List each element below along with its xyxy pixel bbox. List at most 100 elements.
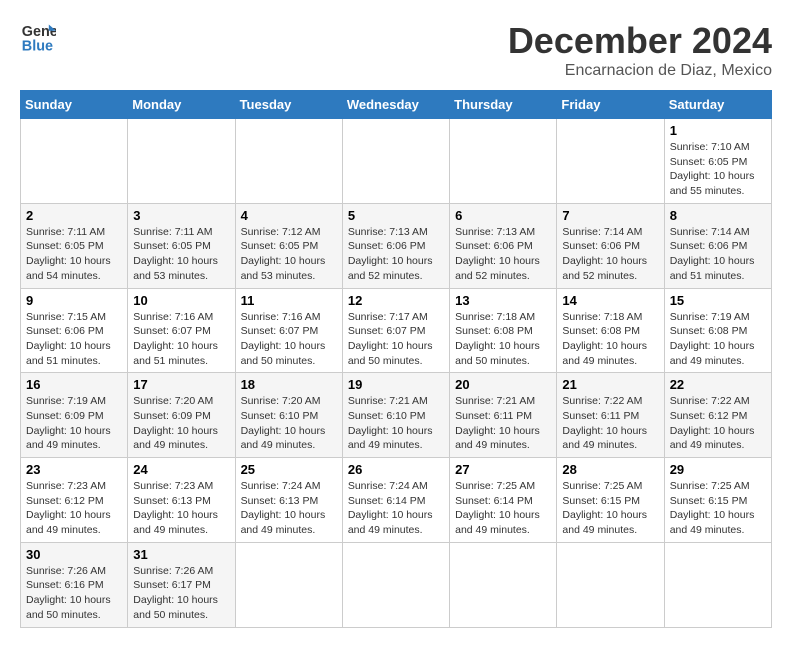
header-row: SundayMondayTuesdayWednesdayThursdayFrid…	[21, 91, 772, 119]
weekday-header-sunday: Sunday	[21, 91, 128, 119]
calendar-cell: 1Sunrise: 7:10 AM Sunset: 6:05 PM Daylig…	[664, 119, 771, 204]
calendar-cell: 10Sunrise: 7:16 AM Sunset: 6:07 PM Dayli…	[128, 288, 235, 373]
day-info: Sunrise: 7:16 AM Sunset: 6:07 PM Dayligh…	[133, 310, 229, 369]
day-info: Sunrise: 7:11 AM Sunset: 6:05 PM Dayligh…	[133, 225, 229, 284]
day-info: Sunrise: 7:12 AM Sunset: 6:05 PM Dayligh…	[241, 225, 337, 284]
calendar-cell: 3 Sunrise: 7:11 AM Sunset: 6:05 PM Daylig…	[128, 203, 235, 288]
calendar-cell: 8 Sunrise: 7:14 AM Sunset: 6:06 PM Daylig…	[664, 203, 771, 288]
day-info: Sunrise: 7:26 AM Sunset: 6:16 PM Dayligh…	[26, 564, 122, 623]
day-number: 17	[133, 377, 229, 392]
calendar-cell: 6Sunrise: 7:13 AM Sunset: 6:06 PM Daylig…	[450, 203, 557, 288]
day-number: 29	[670, 462, 766, 477]
calendar-cell	[557, 119, 664, 204]
day-info: Sunrise: 7:23 AM Sunset: 6:12 PM Dayligh…	[26, 479, 122, 538]
weekday-header-wednesday: Wednesday	[342, 91, 449, 119]
logo-icon: General Blue	[20, 20, 56, 56]
weekday-header-saturday: Saturday	[664, 91, 771, 119]
calendar-cell	[557, 542, 664, 627]
day-info: Sunrise: 7:18 AM Sunset: 6:08 PM Dayligh…	[455, 310, 551, 369]
calendar-cell: 23 Sunrise: 7:23 AM Sunset: 6:12 PM Dayli…	[21, 458, 128, 543]
day-number: 3	[133, 208, 229, 223]
calendar-cell: 12 Sunrise: 7:17 AM Sunset: 6:07 PM Dayli…	[342, 288, 449, 373]
day-number: 8	[670, 208, 766, 223]
day-number: 27	[455, 462, 551, 477]
calendar-cell: 22 Sunrise: 7:22 AM Sunset: 6:12 PM Dayli…	[664, 373, 771, 458]
day-info: Sunrise: 7:14 AM Sunset: 6:06 PM Dayligh…	[670, 225, 766, 284]
calendar-cell: 25 Sunrise: 7:24 AM Sunset: 6:13 PM Dayli…	[235, 458, 342, 543]
calendar-cell: 21 Sunrise: 7:22 AM Sunset: 6:11 PM Dayli…	[557, 373, 664, 458]
day-number: 26	[348, 462, 444, 477]
day-info: Sunrise: 7:23 AM Sunset: 6:13 PM Dayligh…	[133, 479, 229, 538]
location-subtitle: Encarnacion de Diaz, Mexico	[508, 62, 772, 80]
header: General Blue December 2024 Encarnacion d…	[20, 20, 772, 80]
calendar-week-row: 30 Sunrise: 7:26 AM Sunset: 6:16 PM Dayli…	[21, 542, 772, 627]
calendar-cell: 26 Sunrise: 7:24 AM Sunset: 6:14 PM Dayli…	[342, 458, 449, 543]
calendar-cell: 4Sunrise: 7:12 AM Sunset: 6:05 PM Daylig…	[235, 203, 342, 288]
day-info: Sunrise: 7:25 AM Sunset: 6:15 PM Dayligh…	[562, 479, 658, 538]
calendar-cell	[342, 542, 449, 627]
day-info: Sunrise: 7:15 AM Sunset: 6:06 PM Dayligh…	[26, 310, 122, 369]
calendar-cell: 30 Sunrise: 7:26 AM Sunset: 6:16 PM Dayli…	[21, 542, 128, 627]
day-number: 2	[26, 208, 122, 223]
day-number: 1	[670, 123, 766, 138]
calendar-cell: 27 Sunrise: 7:25 AM Sunset: 6:14 PM Dayli…	[450, 458, 557, 543]
calendar-cell	[450, 119, 557, 204]
day-info: Sunrise: 7:21 AM Sunset: 6:10 PM Dayligh…	[348, 394, 444, 453]
day-number: 7	[562, 208, 658, 223]
calendar-cell	[450, 542, 557, 627]
calendar-cell: 17Sunrise: 7:20 AM Sunset: 6:09 PM Dayli…	[128, 373, 235, 458]
calendar-cell	[235, 119, 342, 204]
day-number: 14	[562, 293, 658, 308]
title-area: December 2024 Encarnacion de Diaz, Mexic…	[508, 20, 772, 80]
day-info: Sunrise: 7:25 AM Sunset: 6:14 PM Dayligh…	[455, 479, 551, 538]
weekday-header-tuesday: Tuesday	[235, 91, 342, 119]
day-info: Sunrise: 7:11 AM Sunset: 6:05 PM Dayligh…	[26, 225, 122, 284]
day-number: 22	[670, 377, 766, 392]
day-info: Sunrise: 7:24 AM Sunset: 6:13 PM Dayligh…	[241, 479, 337, 538]
day-number: 24	[133, 462, 229, 477]
day-number: 19	[348, 377, 444, 392]
calendar-cell	[342, 119, 449, 204]
day-info: Sunrise: 7:22 AM Sunset: 6:11 PM Dayligh…	[562, 394, 658, 453]
day-number: 12	[348, 293, 444, 308]
calendar-cell: 19 Sunrise: 7:21 AM Sunset: 6:10 PM Dayli…	[342, 373, 449, 458]
day-info: Sunrise: 7:24 AM Sunset: 6:14 PM Dayligh…	[348, 479, 444, 538]
svg-text:Blue: Blue	[22, 39, 53, 55]
calendar-cell: 7Sunrise: 7:14 AM Sunset: 6:06 PM Daylig…	[557, 203, 664, 288]
day-number: 11	[241, 293, 337, 308]
calendar-cell: 16Sunrise: 7:19 AM Sunset: 6:09 PM Dayli…	[21, 373, 128, 458]
calendar-cell: 20Sunrise: 7:21 AM Sunset: 6:11 PM Dayli…	[450, 373, 557, 458]
weekday-header-monday: Monday	[128, 91, 235, 119]
calendar-table: SundayMondayTuesdayWednesdayThursdayFrid…	[20, 90, 772, 628]
day-number: 21	[562, 377, 658, 392]
calendar-cell: 2 Sunrise: 7:11 AM Sunset: 6:05 PM Daylig…	[21, 203, 128, 288]
calendar-week-row: 16Sunrise: 7:19 AM Sunset: 6:09 PM Dayli…	[21, 373, 772, 458]
calendar-cell	[664, 542, 771, 627]
day-info: Sunrise: 7:22 AM Sunset: 6:12 PM Dayligh…	[670, 394, 766, 453]
day-info: Sunrise: 7:16 AM Sunset: 6:07 PM Dayligh…	[241, 310, 337, 369]
calendar-cell: 5Sunrise: 7:13 AM Sunset: 6:06 PM Daylig…	[342, 203, 449, 288]
day-info: Sunrise: 7:21 AM Sunset: 6:11 PM Dayligh…	[455, 394, 551, 453]
calendar-cell: 18Sunrise: 7:20 AM Sunset: 6:10 PM Dayli…	[235, 373, 342, 458]
day-number: 13	[455, 293, 551, 308]
month-title: December 2024	[508, 20, 772, 62]
day-number: 28	[562, 462, 658, 477]
calendar-week-row: 9Sunrise: 7:15 AM Sunset: 6:06 PM Daylig…	[21, 288, 772, 373]
calendar-cell: 28 Sunrise: 7:25 AM Sunset: 6:15 PM Dayli…	[557, 458, 664, 543]
weekday-header-friday: Friday	[557, 91, 664, 119]
calendar-week-row: 23 Sunrise: 7:23 AM Sunset: 6:12 PM Dayli…	[21, 458, 772, 543]
day-number: 31	[133, 547, 229, 562]
day-number: 15	[670, 293, 766, 308]
calendar-cell: 11 Sunrise: 7:16 AM Sunset: 6:07 PM Dayli…	[235, 288, 342, 373]
day-info: Sunrise: 7:25 AM Sunset: 6:15 PM Dayligh…	[670, 479, 766, 538]
calendar-cell: 29 Sunrise: 7:25 AM Sunset: 6:15 PM Dayli…	[664, 458, 771, 543]
day-info: Sunrise: 7:13 AM Sunset: 6:06 PM Dayligh…	[348, 225, 444, 284]
day-number: 23	[26, 462, 122, 477]
day-number: 6	[455, 208, 551, 223]
day-number: 25	[241, 462, 337, 477]
calendar-cell: 13 Sunrise: 7:18 AM Sunset: 6:08 PM Dayli…	[450, 288, 557, 373]
weekday-header-thursday: Thursday	[450, 91, 557, 119]
day-number: 30	[26, 547, 122, 562]
day-info: Sunrise: 7:17 AM Sunset: 6:07 PM Dayligh…	[348, 310, 444, 369]
day-info: Sunrise: 7:18 AM Sunset: 6:08 PM Dayligh…	[562, 310, 658, 369]
